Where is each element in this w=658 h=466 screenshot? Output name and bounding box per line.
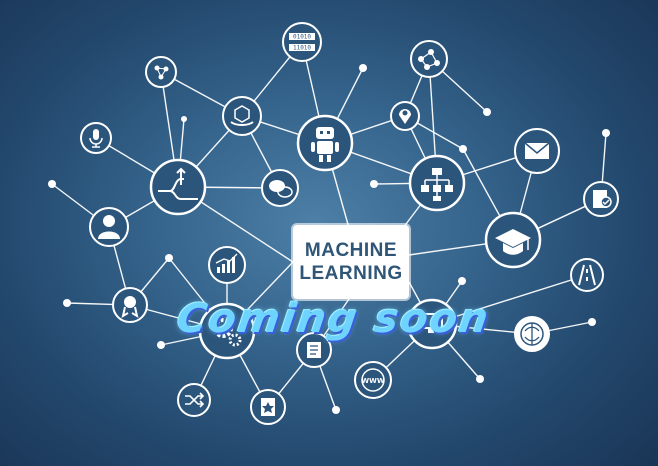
- binary-bottom-label: 11010: [293, 45, 311, 52]
- binary-icon: 01010 11010: [282, 22, 322, 62]
- chart-icon: [208, 246, 246, 284]
- node-dot: [359, 64, 367, 72]
- shuffle-icon: [177, 383, 211, 417]
- gear-box-icon: [222, 96, 262, 136]
- location-pin-icon: [390, 101, 420, 131]
- graduation-cap-icon: [484, 211, 542, 269]
- node-dot: [588, 318, 596, 326]
- node-dot: [602, 129, 610, 137]
- node-dot: [63, 299, 71, 307]
- node-dot: [370, 180, 378, 188]
- microphone-icon: [80, 122, 112, 154]
- clipboard-check-icon: [583, 181, 619, 217]
- coming-soon-text: Coming soon: [173, 296, 493, 342]
- node-dot: [181, 116, 187, 122]
- binary-top-label: 01010: [293, 34, 311, 41]
- box-line-learning: LEARNING: [299, 263, 403, 284]
- chat-icon: [261, 169, 299, 207]
- road-icon: [570, 258, 604, 292]
- robot-icon: [296, 114, 354, 172]
- network-icon: [410, 40, 448, 78]
- ml-network-scene: 01010 11010 WWW MACHINE LEARNING Coming …: [0, 0, 658, 466]
- machine-learning-box: MACHINE LEARNING: [293, 225, 409, 299]
- box-line-machine: MACHINE: [304, 240, 398, 261]
- document-star-icon: [250, 389, 286, 425]
- brain-icon: [514, 316, 550, 352]
- node-dot: [458, 277, 466, 285]
- node-dot: [459, 145, 467, 153]
- node-dot: [48, 180, 56, 188]
- flowchart-icon: [408, 154, 466, 212]
- node-dot: [476, 375, 484, 383]
- www-icon: WWW: [354, 361, 392, 399]
- node-dot: [483, 108, 491, 116]
- person-icon: [89, 207, 129, 247]
- arrows-split-icon: [149, 158, 207, 216]
- award-icon: [112, 287, 148, 323]
- envelope-icon: [514, 128, 560, 174]
- node-dot: [332, 406, 340, 414]
- hand-box-icon: [145, 56, 177, 88]
- node-dot: [165, 254, 173, 262]
- www-label: WWW: [361, 377, 384, 385]
